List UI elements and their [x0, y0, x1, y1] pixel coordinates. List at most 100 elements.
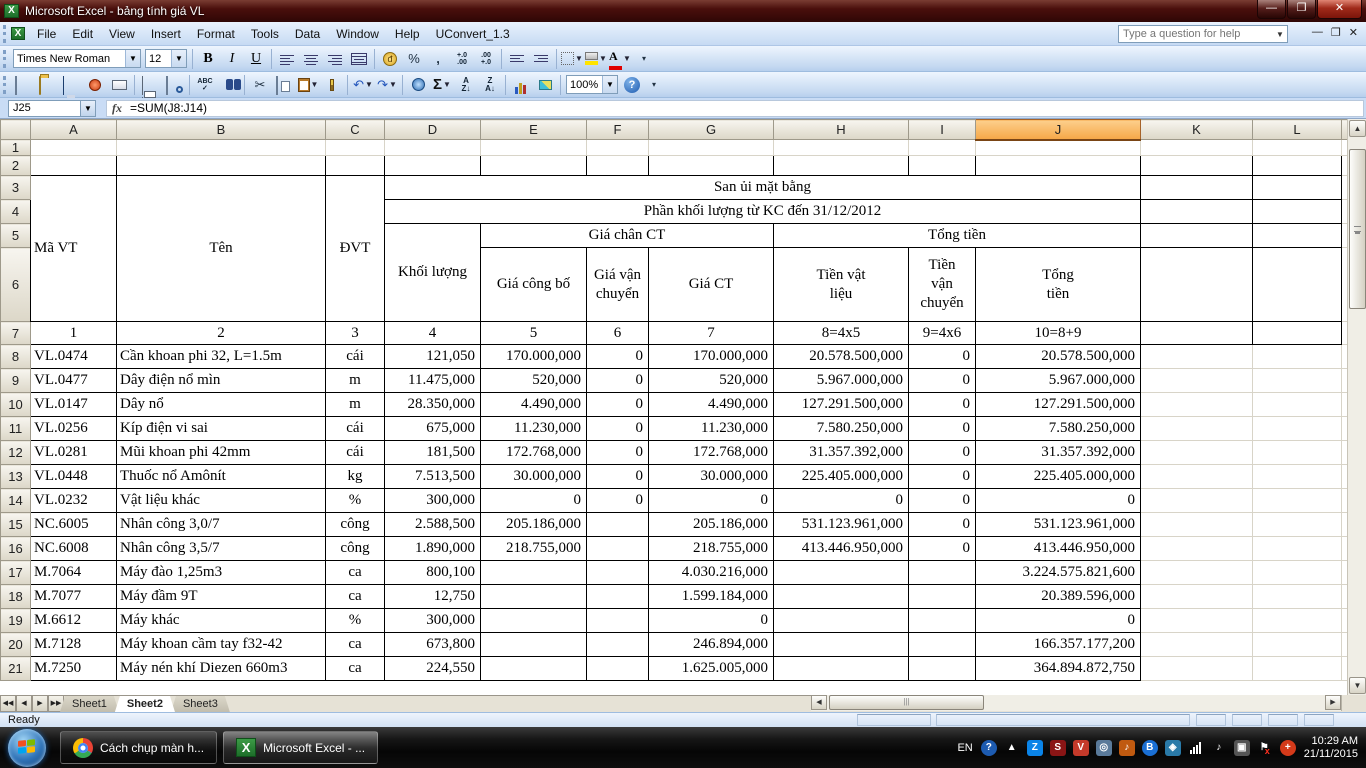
cell-J12[interactable]: 31.357.392,000: [976, 441, 1141, 465]
help-search-box[interactable]: ▼: [1118, 25, 1288, 43]
cell-H8[interactable]: 20.578.500,000: [774, 345, 909, 369]
cell-F17[interactable]: [587, 561, 649, 585]
cell-I18[interactable]: [909, 585, 976, 609]
cell-title-san-ui[interactable]: San ủi mặt bằng: [385, 176, 1141, 200]
cell-D21[interactable]: 224,550: [385, 657, 481, 681]
cell-I15[interactable]: 0: [909, 513, 976, 537]
save-button[interactable]: [60, 74, 82, 96]
copy-button[interactable]: [273, 74, 295, 96]
chevron-down-icon[interactable]: ▼: [311, 80, 319, 89]
cell-I21[interactable]: [909, 657, 976, 681]
clipboard-icon[interactable]: ▣: [1234, 740, 1250, 756]
cell-tien-vat-lieu[interactable]: Tiền vật liệu: [774, 248, 909, 322]
cell[interactable]: [1253, 513, 1342, 537]
cell[interactable]: [326, 156, 385, 176]
cell-H9[interactable]: 5.967.000,000: [774, 369, 909, 393]
cell[interactable]: [1141, 345, 1253, 369]
cell-A17[interactable]: M.7064: [31, 561, 117, 585]
print-preview-button[interactable]: [163, 74, 185, 96]
cell-index[interactable]: 4: [385, 322, 481, 345]
cell-F15[interactable]: [587, 513, 649, 537]
cell-G13[interactable]: 30.000,000: [649, 465, 774, 489]
menu-format[interactable]: Format: [189, 24, 243, 44]
increase-decimal-button[interactable]: +.0.00: [451, 48, 473, 70]
row-header-2[interactable]: 2: [1, 156, 31, 176]
cell-J9[interactable]: 5.967.000,000: [976, 369, 1141, 393]
cell-B14[interactable]: Vật liệu khác: [117, 489, 326, 513]
cell[interactable]: [1253, 224, 1342, 248]
row-header-14[interactable]: 14: [1, 489, 31, 513]
cell-dvt[interactable]: ĐVT: [326, 176, 385, 322]
cell[interactable]: [117, 140, 326, 156]
menu-help[interactable]: Help: [387, 24, 428, 44]
cell-I19[interactable]: [909, 609, 976, 633]
signal-bars-icon[interactable]: [1188, 740, 1204, 756]
spelling-button[interactable]: ABC✓: [194, 74, 216, 96]
worksheet-grid[interactable]: ABCDEFGHIJKL123Mã VTTênĐVTSan ủi mặt bằn…: [0, 119, 1347, 695]
cell-B13[interactable]: Thuốc nổ Amônít: [117, 465, 326, 489]
cell[interactable]: [909, 156, 976, 176]
cell[interactable]: [117, 156, 326, 176]
row-header-17[interactable]: 17: [1, 561, 31, 585]
menu-window[interactable]: Window: [328, 24, 387, 44]
formula-field[interactable]: fx =SUM(J8:J14): [106, 100, 1364, 117]
cell[interactable]: [1141, 369, 1253, 393]
row-header-12[interactable]: 12: [1, 441, 31, 465]
chevron-down-icon[interactable]: ▼: [171, 50, 186, 67]
cell[interactable]: [31, 156, 117, 176]
cell-G10[interactable]: 4.490,000: [649, 393, 774, 417]
cell-E11[interactable]: 11.230,000: [481, 417, 587, 441]
cell-I8[interactable]: 0: [909, 345, 976, 369]
cell-B19[interactable]: Máy khác: [117, 609, 326, 633]
cell-F9[interactable]: 0: [587, 369, 649, 393]
next-sheet-button[interactable]: ▶: [32, 696, 48, 712]
cell[interactable]: [1253, 322, 1342, 345]
cell[interactable]: [1141, 140, 1253, 156]
cell-A16[interactable]: NC.6008: [31, 537, 117, 561]
cell-G15[interactable]: 205.186,000: [649, 513, 774, 537]
chart-wizard-button[interactable]: [510, 74, 532, 96]
open-button[interactable]: [36, 74, 58, 96]
cell[interactable]: [1253, 248, 1342, 322]
cell[interactable]: [1141, 441, 1253, 465]
cell[interactable]: [1141, 657, 1253, 681]
cell-C14[interactable]: %: [326, 489, 385, 513]
decrease-decimal-button[interactable]: .00+.0: [475, 48, 497, 70]
hidden-icons-arrow[interactable]: ▲: [1004, 740, 1020, 756]
cell[interactable]: [481, 140, 587, 156]
cut-button[interactable]: ✂: [249, 74, 271, 96]
email-button[interactable]: [108, 74, 130, 96]
merge-center-button[interactable]: [348, 48, 370, 70]
autosum-button[interactable]: Σ▼: [431, 74, 453, 96]
cell-F16[interactable]: [587, 537, 649, 561]
cell[interactable]: [774, 140, 909, 156]
cell-gia-cong-bo[interactable]: Giá công bố: [481, 248, 587, 322]
cell-F12[interactable]: 0: [587, 441, 649, 465]
cell-G17[interactable]: 4.030.216,000: [649, 561, 774, 585]
row-header-13[interactable]: 13: [1, 465, 31, 489]
cell-B9[interactable]: Dây điện nổ mìn: [117, 369, 326, 393]
chevron-down-icon[interactable]: ▼: [125, 50, 140, 67]
taskbar-clock[interactable]: 10:29 AM 21/11/2015: [1304, 735, 1358, 761]
cell-E21[interactable]: [481, 657, 587, 681]
vertical-scrollbar[interactable]: ▲ ▼: [1347, 119, 1366, 695]
cell-A11[interactable]: VL.0256: [31, 417, 117, 441]
cell-F21[interactable]: [587, 657, 649, 681]
cell-D13[interactable]: 7.513,500: [385, 465, 481, 489]
align-center-button[interactable]: [300, 48, 322, 70]
start-button[interactable]: [8, 729, 46, 767]
v-app-icon[interactable]: V: [1073, 740, 1089, 756]
zalo-icon[interactable]: Z: [1027, 740, 1043, 756]
scroll-up-button[interactable]: ▲: [1349, 120, 1366, 137]
taskbar-excel-button[interactable]: X Microsoft Excel - ...: [223, 731, 378, 764]
volume-mixer-icon[interactable]: ♪: [1119, 740, 1135, 756]
format-painter-button[interactable]: [321, 74, 343, 96]
cell[interactable]: [1253, 609, 1342, 633]
cell[interactable]: [1141, 489, 1253, 513]
cell-H13[interactable]: 225.405.000,000: [774, 465, 909, 489]
cell-index[interactable]: 1: [31, 322, 117, 345]
font-name-combo[interactable]: Times New Roman ▼: [13, 49, 141, 68]
cell-B8[interactable]: Cần khoan phi 32, L=1.5m: [117, 345, 326, 369]
currency-button[interactable]: đ: [379, 48, 401, 70]
taskbar-chrome-button[interactable]: Cách chụp màn h...: [60, 731, 217, 764]
